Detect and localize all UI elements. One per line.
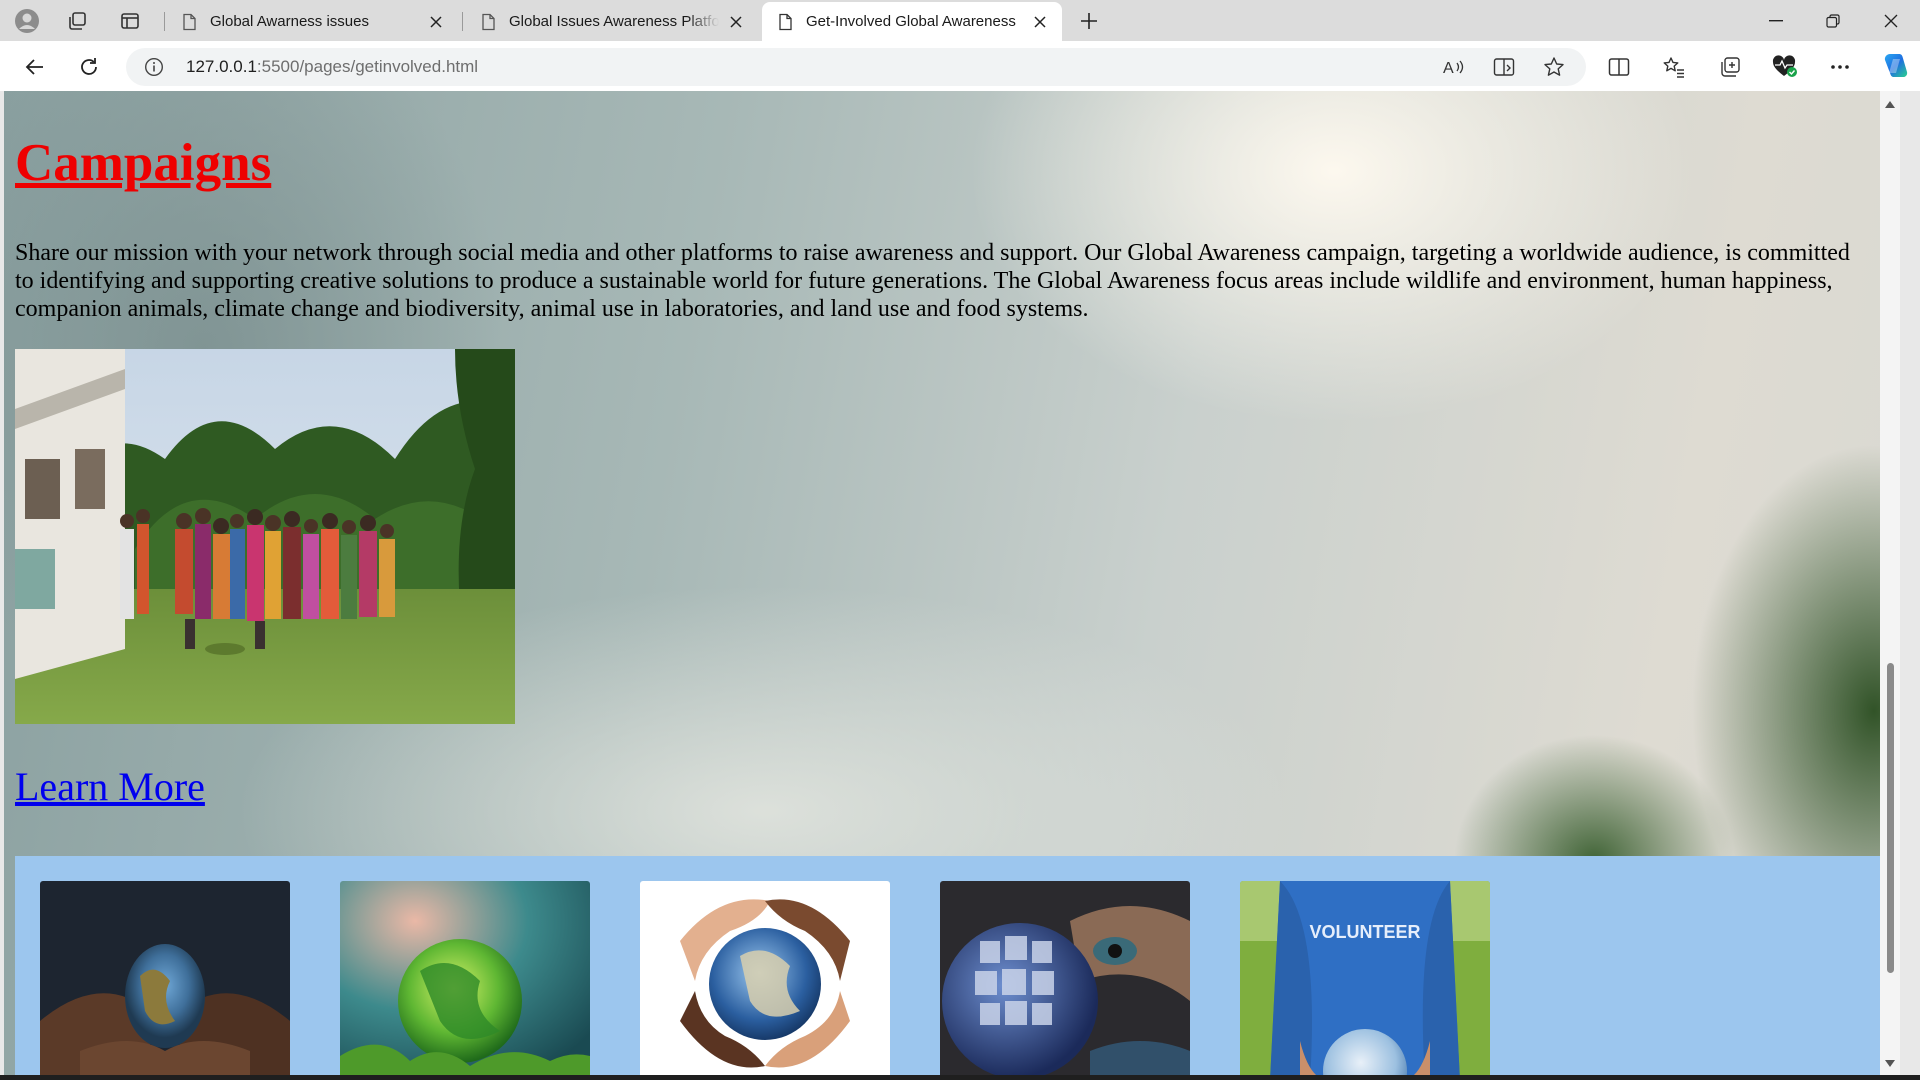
gallery-image-volunteer[interactable]: VOLUNTEER	[1240, 881, 1490, 1075]
collections-icon[interactable]	[1717, 54, 1743, 80]
new-tab-plus-icon[interactable]	[1074, 6, 1104, 36]
scrollbar-thumb[interactable]	[1887, 663, 1894, 973]
campaign-photo	[15, 349, 515, 724]
campaign-description: Share our mission with your network thro…	[15, 240, 1850, 322]
learn-more-link[interactable]: Learn More	[15, 763, 205, 810]
split-screen-icon[interactable]	[1606, 54, 1632, 80]
tab-separator	[164, 12, 165, 31]
star-icon[interactable]	[1542, 55, 1566, 79]
address-bar[interactable]: 127.0.0.1:5500/pages/getinvolved.html A	[126, 48, 1586, 86]
page-viewport[interactable]: Campaigns Share our mission with your ne…	[4, 91, 1900, 1075]
copilot-icon[interactable]	[1880, 50, 1912, 82]
gallery-image-media-globe-eye[interactable]	[940, 881, 1190, 1075]
campaigns-heading[interactable]: Campaigns	[15, 133, 271, 193]
heart-pulse-icon[interactable]	[1772, 54, 1798, 80]
close-icon[interactable]	[1030, 12, 1050, 32]
tab-title: Global Issues Awareness Platform	[509, 13, 719, 30]
volunteer-shirt-text: VOLUNTEER	[1309, 922, 1420, 942]
image-gallery: VOLUNTEER	[15, 856, 1887, 1075]
page-icon	[482, 13, 495, 30]
tab-title: Global Awarness issues	[210, 13, 369, 30]
workspaces-icon[interactable]	[62, 6, 92, 36]
restore-icon[interactable]	[1806, 0, 1860, 41]
browser-toolbar: 127.0.0.1:5500/pages/getinvolved.html A	[0, 41, 1920, 91]
ellipsis-icon[interactable]	[1827, 54, 1853, 80]
scroll-down-arrow-icon[interactable]	[1884, 1059, 1896, 1069]
gallery-image-hands-globe[interactable]	[40, 881, 290, 1075]
page-icon	[779, 13, 792, 30]
svg-text:A: A	[1443, 60, 1454, 77]
window-close-icon[interactable]	[1864, 0, 1918, 41]
vertical-scrollbar[interactable]	[1880, 91, 1900, 1075]
tab-get-involved[interactable]: Get-Involved Global Awareness	[762, 2, 1062, 41]
url-text[interactable]: 127.0.0.1:5500/pages/getinvolved.html	[186, 57, 478, 77]
url-path: :5500/pages/getinvolved.html	[256, 57, 479, 76]
gallery-image-green-globe[interactable]	[340, 881, 590, 1075]
read-aloud-icon[interactable]: A	[1442, 55, 1466, 79]
gallery-image-hands-circle-earth[interactable]	[640, 881, 890, 1075]
scroll-up-arrow-icon[interactable]	[1884, 99, 1896, 109]
url-host: 127.0.0.1	[186, 57, 257, 76]
tab-global-issues-awareness-platform[interactable]: Global Issues Awareness Platform	[465, 2, 757, 41]
close-icon[interactable]	[727, 12, 745, 32]
profile-icon[interactable]	[12, 6, 42, 36]
immersive-reader-icon[interactable]	[1492, 55, 1516, 79]
favorites-list-icon[interactable]	[1661, 54, 1687, 80]
back-arrow-icon[interactable]	[18, 50, 52, 84]
reload-icon[interactable]	[72, 50, 106, 84]
minimize-icon[interactable]	[1749, 0, 1803, 41]
vertical-tabs-icon[interactable]	[115, 6, 145, 36]
close-icon[interactable]	[426, 12, 446, 32]
window-bottom-edge	[0, 1075, 1920, 1080]
tab-strip: Global Awarness issues Global Issues Awa…	[0, 0, 1920, 41]
tab-global-awarness-issues[interactable]: Global Awarness issues	[166, 2, 458, 41]
info-icon[interactable]	[144, 57, 164, 77]
page-icon	[183, 13, 196, 30]
tab-title: Get-Involved Global Awareness	[806, 13, 1016, 30]
tab-separator	[462, 12, 463, 31]
